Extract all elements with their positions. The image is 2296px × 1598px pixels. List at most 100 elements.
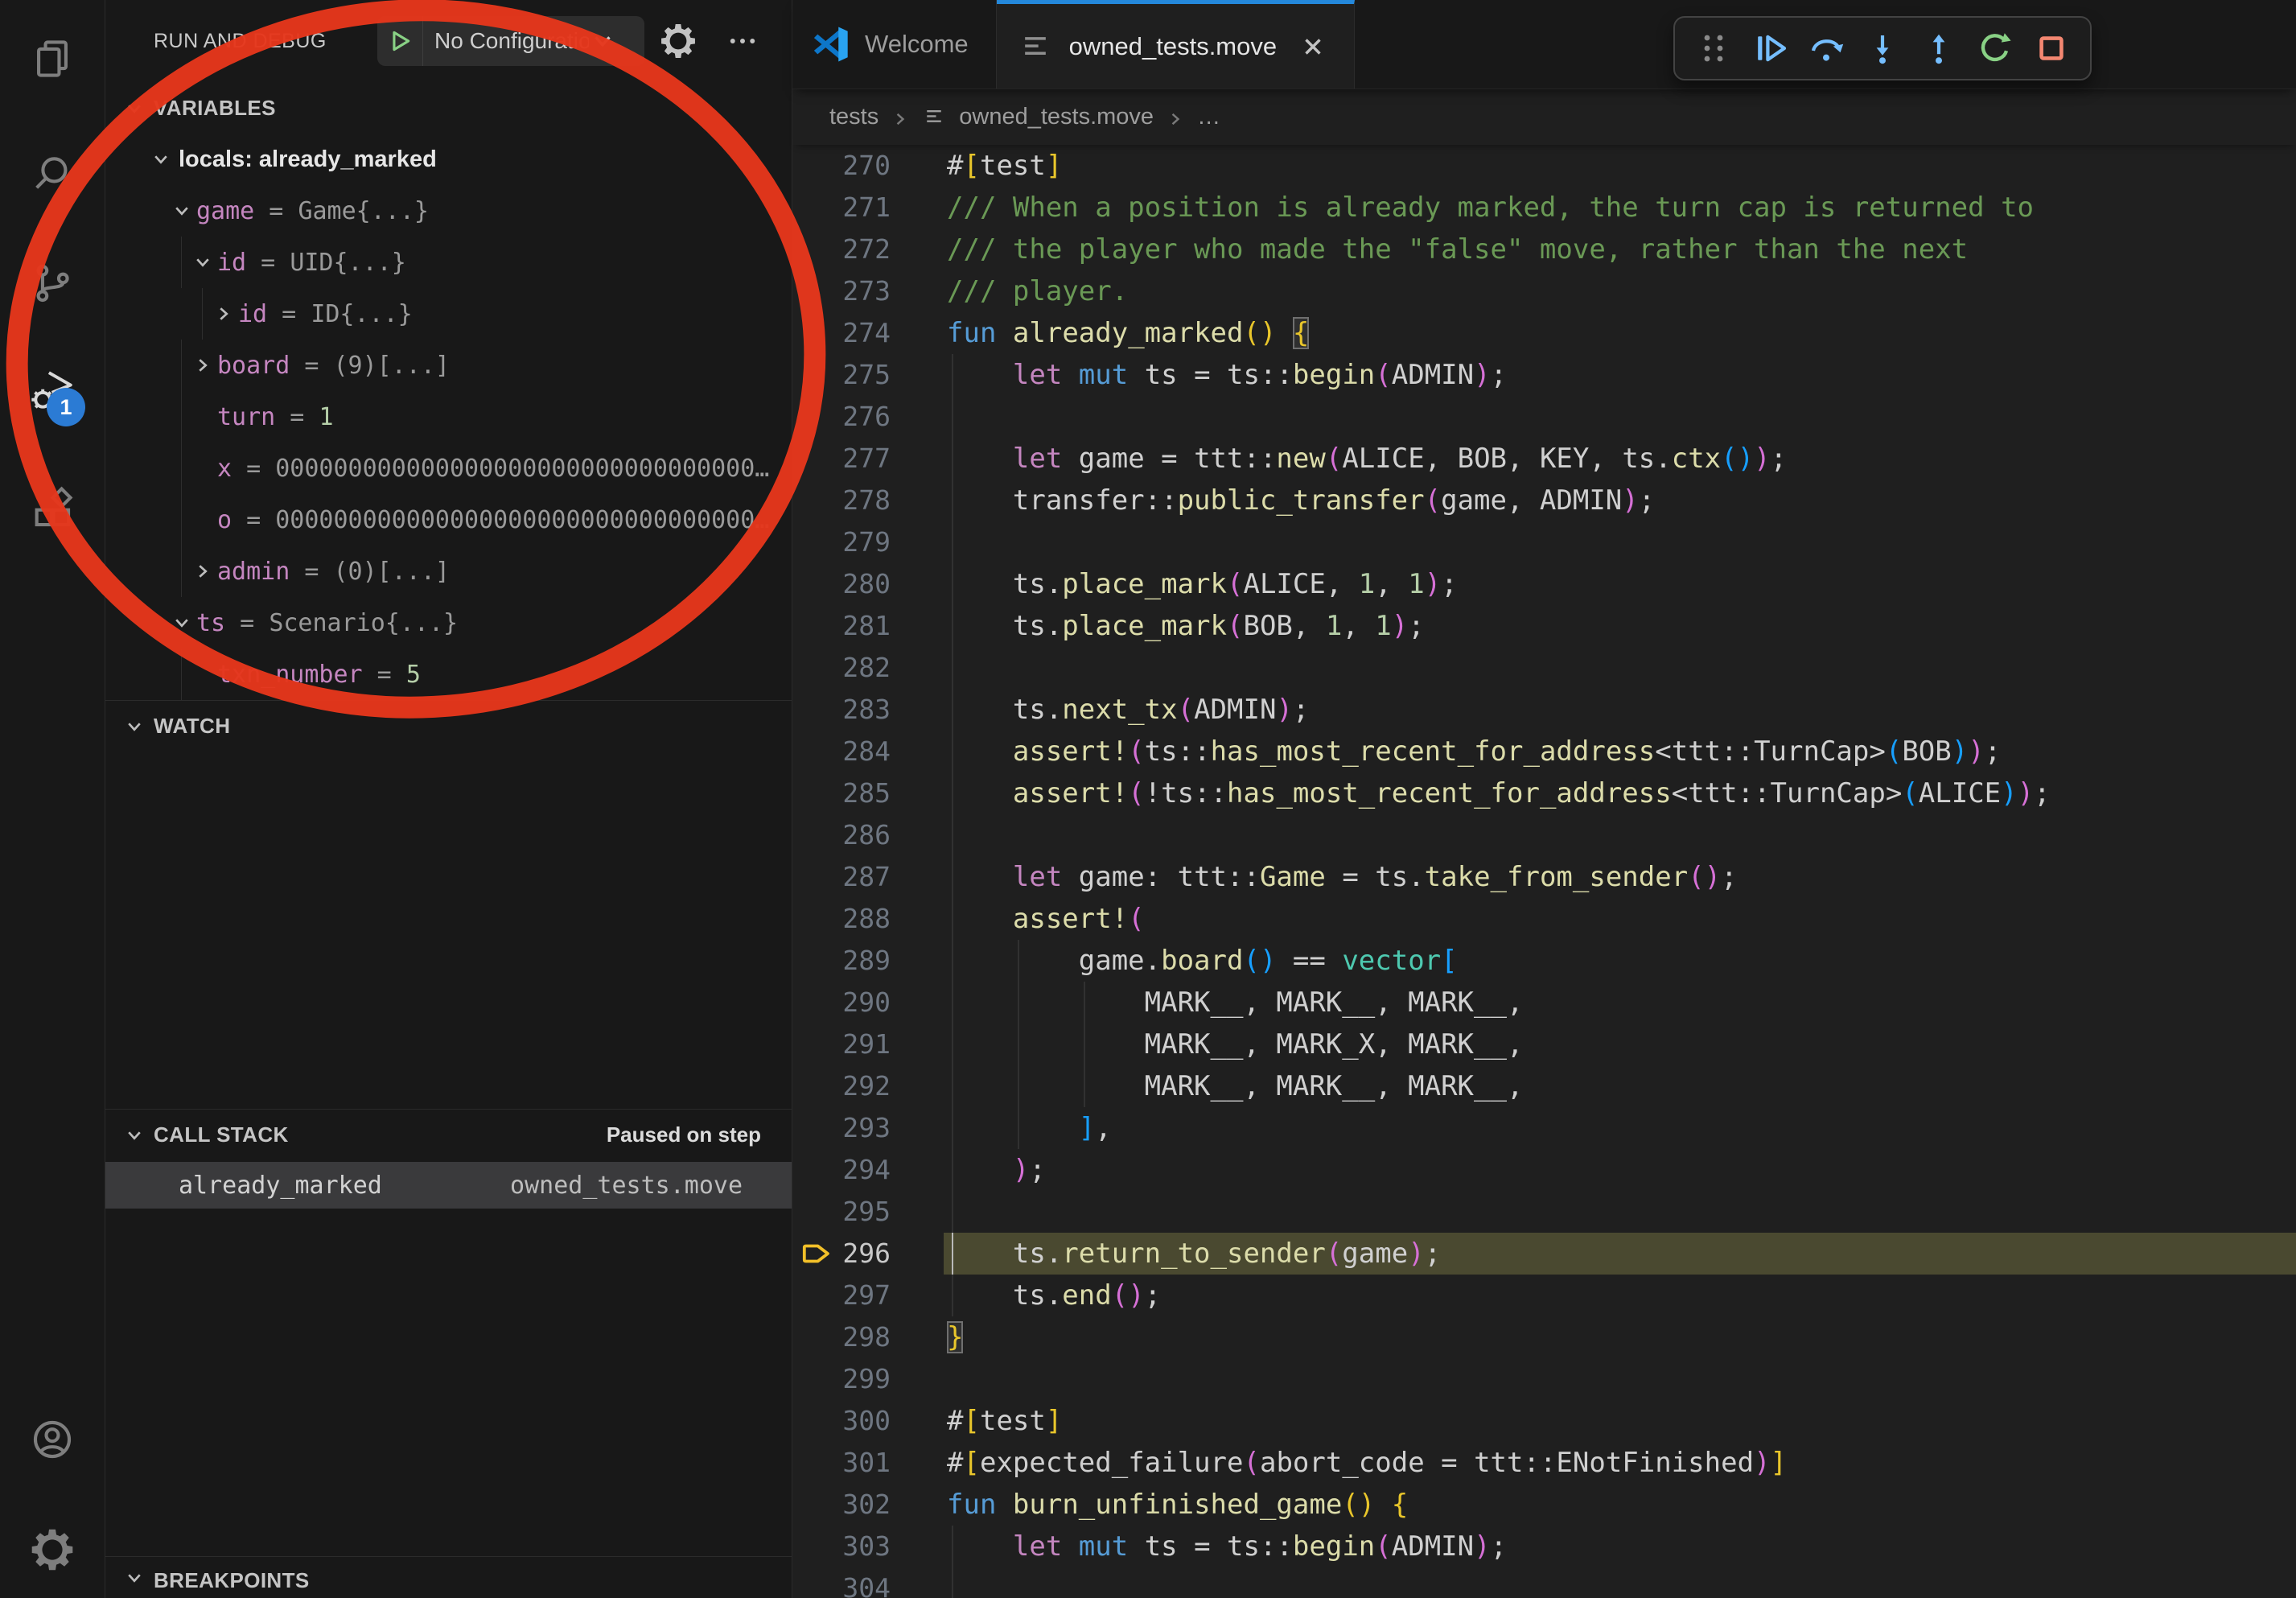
stop-button[interactable] [2028,25,2075,72]
variable-row-admin[interactable]: admin = (0)[...] [105,546,792,597]
variable-row-id[interactable]: id = ID{...} [105,288,792,340]
line-number[interactable]: 280 [792,563,891,605]
line-number[interactable]: 291 [792,1023,891,1065]
close-icon[interactable] [1299,33,1327,60]
line-number[interactable]: 276 [792,396,891,438]
code-line-301[interactable]: 301#[expected_failure(abort_code = ttt::… [792,1442,2296,1484]
breadcrumb[interactable]: tests owned_tests.move … [792,89,2296,145]
code-line-300[interactable]: 300#[test] [792,1400,2296,1442]
line-number[interactable]: 290 [792,982,891,1023]
activity-item-account[interactable] [0,1412,105,1470]
line-number[interactable]: 278 [792,480,891,521]
step-into-button[interactable] [1859,25,1906,72]
breadcrumb-item[interactable]: tests [829,104,878,130]
code-line-278[interactable]: 278 transfer::public_transfer(game, ADMI… [792,480,2296,521]
code-line-277[interactable]: 277 let game = ttt::new(ALICE, BOB, KEY,… [792,438,2296,480]
tab-owned-tests-move[interactable]: owned_tests.move [997,0,1355,89]
line-number[interactable]: 287 [792,856,891,898]
breadcrumb-item[interactable]: … [1197,104,1220,130]
code-line-297[interactable]: 297 ts.end(); [792,1275,2296,1316]
debug-config-dropdown[interactable]: No Configurations [377,16,644,66]
line-number[interactable]: 298 [792,1316,891,1358]
line-number[interactable]: 277 [792,438,891,480]
line-number[interactable]: 283 [792,689,891,731]
breakpoints-section-header[interactable]: BREAKPOINTS [105,1556,792,1598]
code-line-280[interactable]: 280 ts.place_mark(ALICE, 1, 1); [792,563,2296,605]
activity-item-run-and-debug[interactable]: 1 [0,364,105,422]
code-line-288[interactable]: 288 assert!( [792,898,2296,940]
code-line-272[interactable]: 272/// the player who made the "false" m… [792,229,2296,270]
activity-item-source-control[interactable] [0,256,105,314]
line-number[interactable]: 273 [792,270,891,312]
code-line-289[interactable]: 289 game.board() == vector[ [792,940,2296,982]
code-line-276[interactable]: 276 [792,396,2296,438]
chevron-down-icon[interactable] [172,613,191,632]
variable-row-id[interactable]: id = UID{...} [105,237,792,288]
gear-icon[interactable] [659,22,697,60]
line-number[interactable]: 289 [792,940,891,982]
variables-section-header[interactable]: VARIABLES [105,83,792,134]
line-number[interactable]: 285 [792,772,891,814]
line-number[interactable]: 296 [792,1233,891,1275]
line-number[interactable]: 304 [792,1567,891,1598]
activity-item-settings[interactable] [0,1522,105,1580]
continue-button[interactable] [1747,25,1793,72]
code-line-302[interactable]: 302fun burn_unfinished_game() { [792,1484,2296,1526]
code-line-294[interactable]: 294 ); [792,1149,2296,1191]
start-debug-icon[interactable] [377,16,423,66]
step-out-button[interactable] [1915,25,1962,72]
activity-item-search[interactable] [0,146,105,204]
code-line-299[interactable]: 299 [792,1358,2296,1400]
line-number[interactable]: 295 [792,1191,891,1233]
code-line-284[interactable]: 284 assert!(ts::has_most_recent_for_addr… [792,731,2296,772]
code-line-290[interactable]: 290 MARK__, MARK__, MARK__, [792,982,2296,1023]
call-stack-section-header[interactable]: CALL STACK Paused on step [105,1109,792,1160]
line-number[interactable]: 281 [792,605,891,647]
line-number[interactable]: 288 [792,898,891,940]
variable-row-o[interactable]: o = 000000000000000000000000000000000… [105,494,792,546]
code-line-275[interactable]: 275 let mut ts = ts::begin(ADMIN); [792,354,2296,396]
chevron-right-icon[interactable] [193,356,212,375]
line-number[interactable]: 270 [792,145,891,187]
chevron-down-icon[interactable] [193,253,212,272]
tab-welcome[interactable]: Welcome [792,0,997,89]
line-number[interactable]: 286 [792,814,891,856]
chevron-down-icon[interactable] [151,150,171,169]
line-number[interactable]: 274 [792,312,891,354]
line-number[interactable]: 284 [792,731,891,772]
call-stack-frame[interactable]: already_markedowned_tests.move [105,1162,792,1209]
code-line-291[interactable]: 291 MARK__, MARK_X, MARK__, [792,1023,2296,1065]
more-actions-icon[interactable] [722,24,763,58]
variable-row-game[interactable]: game = Game{...} [105,185,792,237]
code-line-304[interactable]: 304 [792,1567,2296,1598]
code-line-286[interactable]: 286 [792,814,2296,856]
code-line-295[interactable]: 295 [792,1191,2296,1233]
line-number[interactable]: 293 [792,1107,891,1149]
code-line-287[interactable]: 287 let game: ttt::Game = ts.take_from_s… [792,856,2296,898]
code-line-274[interactable]: 274fun already_marked() { [792,312,2296,354]
breadcrumb-item[interactable]: owned_tests.move [959,104,1154,130]
variable-scope-row[interactable]: locals: already_marked [105,134,792,185]
variable-row-turn[interactable]: turn = 1 [105,391,792,443]
chevron-right-icon[interactable] [214,304,233,323]
line-number[interactable]: 292 [792,1065,891,1107]
line-number[interactable]: 302 [792,1484,891,1526]
variable-row-txn_number[interactable]: txn_number = 5 [105,649,792,700]
line-number[interactable]: 282 [792,647,891,689]
line-number[interactable]: 275 [792,354,891,396]
line-number[interactable]: 272 [792,229,891,270]
line-number[interactable]: 301 [792,1442,891,1484]
line-number[interactable]: 299 [792,1358,891,1400]
line-number[interactable]: 303 [792,1526,891,1567]
restart-button[interactable] [1972,25,2018,72]
variable-row-ts[interactable]: ts = Scenario{...} [105,597,792,649]
activity-item-extensions[interactable] [0,481,105,539]
step-over-button[interactable] [1803,25,1850,72]
line-number[interactable]: 271 [792,187,891,229]
line-number[interactable]: 297 [792,1275,891,1316]
variable-row-x[interactable]: x = 000000000000000000000000000000000… [105,443,792,494]
code-line-303[interactable]: 303 let mut ts = ts::begin(ADMIN); [792,1526,2296,1567]
code-line-298[interactable]: 298} [792,1316,2296,1358]
code-editor[interactable]: 270#[test]271/// When a position is alre… [792,145,2296,1598]
line-number[interactable]: 300 [792,1400,891,1442]
